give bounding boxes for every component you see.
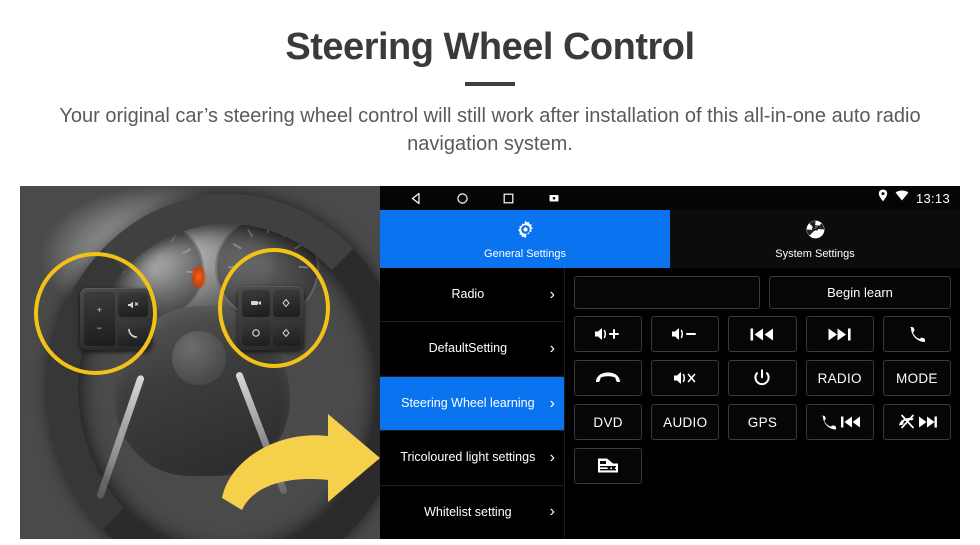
tab-general-settings[interactable]: General Settings	[380, 210, 670, 268]
sidebar-item-defaultsetting[interactable]: DefaultSetting ›	[380, 322, 564, 377]
back-icon[interactable]	[410, 192, 423, 205]
mode-button[interactable]: MODE	[882, 360, 951, 396]
content-band: + − 13:13 General Settings System Settin…	[20, 186, 960, 539]
phone-icon	[907, 325, 927, 343]
page-header: Steering Wheel Control Your original car…	[0, 0, 980, 158]
sidebar-item-steering-wheel-learning-label: Steering Wheel learning	[401, 395, 535, 410]
steering-wheel-photo: + −	[20, 186, 380, 539]
call-previous-button[interactable]	[805, 404, 874, 440]
volume-minus-icon	[670, 326, 700, 342]
dvd-button[interactable]: DVD	[574, 404, 643, 440]
airbag-emblem	[172, 331, 226, 385]
car-icon	[596, 457, 620, 476]
settings-sidebar: Radio › DefaultSetting › Steering Wheel …	[380, 268, 565, 539]
chevron-right-icon: ›	[549, 394, 555, 412]
learning-top-row: Begin learn	[574, 276, 951, 309]
wifi-icon	[895, 189, 909, 207]
chevron-right-icon: ›	[549, 340, 555, 358]
call-hangup-button[interactable]	[574, 360, 643, 396]
steering-wheel-learning-panel: Begin learn RADIO MODE DVD AUDIO GPS	[565, 268, 960, 539]
previous-track-icon	[749, 327, 775, 342]
radio-button[interactable]: RADIO	[805, 360, 874, 396]
highlight-circle-right	[218, 248, 330, 368]
hangup-next-icon	[897, 414, 937, 430]
head-unit-screen: 13:13 General Settings System Settings R…	[380, 186, 960, 539]
pointer-arrow	[220, 406, 380, 516]
sidebar-item-tricoloured-light-settings-label: Tricoloured light settings	[400, 450, 536, 465]
home-icon[interactable]	[456, 192, 469, 205]
tab-general-settings-label: General Settings	[484, 247, 566, 260]
highlight-circle-left	[34, 252, 157, 375]
android-nav-bar	[410, 192, 560, 205]
status-indicators: 13:13	[878, 189, 950, 207]
status-clock: 13:13	[915, 190, 950, 206]
volume-plus-icon	[593, 326, 623, 342]
gear-icon	[515, 219, 536, 245]
next-track-icon	[827, 327, 853, 342]
sidebar-item-radio[interactable]: Radio ›	[380, 268, 564, 323]
tab-system-settings[interactable]: System Settings	[670, 210, 960, 268]
location-pin-icon	[878, 189, 888, 207]
vehicle-info-button[interactable]	[574, 448, 643, 484]
sidebar-item-tricoloured-light-settings[interactable]: Tricoloured light settings ›	[380, 431, 564, 486]
learn-key-grid: RADIO MODE DVD AUDIO GPS	[574, 316, 951, 484]
hangup-icon	[595, 371, 621, 385]
chevron-right-icon: ›	[549, 448, 555, 466]
gps-button[interactable]: GPS	[728, 404, 797, 440]
phone-previous-icon	[820, 414, 860, 430]
android-status-bar: 13:13	[380, 186, 960, 210]
screenshot-icon[interactable]	[548, 192, 560, 204]
previous-track-button[interactable]	[728, 316, 797, 352]
sidebar-item-defaultsetting-label: DefaultSetting	[428, 341, 508, 356]
title-divider	[465, 81, 515, 86]
sidebar-item-whitelist-setting-label: Whitelist setting	[424, 504, 512, 519]
page-subtitle: Your original car’s steering wheel contr…	[59, 104, 921, 156]
volume-down-button[interactable]	[651, 316, 720, 352]
learn-status-input[interactable]	[574, 276, 760, 309]
call-answer-button[interactable]	[882, 316, 951, 352]
settings-body: Radio › DefaultSetting › Steering Wheel …	[380, 268, 960, 539]
sidebar-item-whitelist-setting[interactable]: Whitelist setting ›	[380, 486, 564, 539]
sidebar-item-radio-label: Radio	[451, 287, 485, 302]
mute-button[interactable]	[651, 360, 720, 396]
volume-up-button[interactable]	[574, 316, 643, 352]
chevron-right-icon: ›	[549, 503, 555, 521]
recents-icon[interactable]	[502, 192, 515, 205]
page-title: Steering Wheel Control	[285, 26, 695, 68]
power-icon	[753, 368, 771, 388]
tab-system-settings-label: System Settings	[775, 247, 855, 260]
next-track-button[interactable]	[805, 316, 874, 352]
sidebar-item-steering-wheel-learning[interactable]: Steering Wheel learning ›	[380, 376, 564, 432]
chevron-right-icon: ›	[549, 285, 555, 303]
hangup-next-button[interactable]	[882, 404, 951, 440]
volume-mute-icon	[672, 370, 698, 386]
settings-tabs: General Settings System Settings	[380, 210, 960, 268]
begin-learn-button[interactable]: Begin learn	[769, 276, 951, 309]
system-circle-icon	[805, 219, 826, 245]
power-button[interactable]	[728, 360, 797, 396]
audio-button[interactable]: AUDIO	[651, 404, 720, 440]
